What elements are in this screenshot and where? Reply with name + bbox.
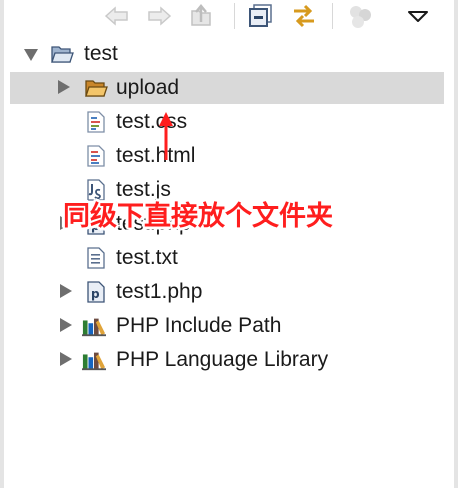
tree-node-label: PHP Include Path	[116, 314, 282, 337]
expand-toggle-icon[interactable]	[58, 80, 70, 94]
focus-button[interactable]	[344, 2, 376, 30]
toolbar-separator	[332, 3, 333, 29]
php-file-icon: p	[87, 281, 105, 303]
tree-node-test-txt[interactable]: test.txt	[4, 242, 444, 274]
expand-toggle-icon[interactable]	[60, 352, 72, 366]
back-button[interactable]	[102, 2, 132, 30]
tree-node-test1-php[interactable]: p test1.php	[4, 276, 444, 308]
forward-button[interactable]	[144, 2, 174, 30]
open-folder-icon	[51, 46, 74, 63]
css-file-icon	[87, 111, 105, 133]
chevron-down-icon	[408, 11, 428, 22]
tree-node-test-html[interactable]: test.html	[4, 140, 444, 172]
arrow-right-icon	[148, 6, 172, 26]
tree-node-root[interactable]: test	[4, 38, 444, 70]
tree-node-php-language-library[interactable]: PHP Language Library	[4, 344, 444, 376]
tree-node-label: test.txt	[116, 246, 178, 269]
toolbar-separator	[234, 3, 235, 29]
open-folder-icon	[85, 80, 108, 97]
expand-toggle-icon[interactable]	[60, 318, 72, 332]
tree-node-upload[interactable]: upload	[10, 72, 444, 104]
view-menu-button[interactable]	[402, 2, 434, 30]
tree-node-php-include-path[interactable]: PHP Include Path	[4, 310, 444, 342]
tree-node-label: upload	[116, 76, 180, 99]
text-file-icon	[87, 247, 105, 269]
tree-node-label: test	[84, 42, 118, 65]
collapse-all-button[interactable]	[245, 2, 277, 30]
link-with-editor-button[interactable]	[288, 2, 320, 30]
html-file-icon	[87, 145, 105, 167]
expand-toggle-icon[interactable]	[60, 284, 72, 298]
explorer-toolbar	[4, 0, 454, 34]
up-folder-icon	[191, 4, 211, 26]
up-button[interactable]	[186, 2, 216, 30]
link-with-editor-icon	[294, 4, 314, 28]
focus-icon	[350, 6, 371, 28]
annotation-text: 同级下直接放个文件夹	[63, 201, 333, 232]
tree-node-test-css[interactable]: test.css	[4, 106, 444, 138]
js-file-icon	[87, 179, 105, 201]
library-icon	[82, 352, 106, 371]
arrow-left-icon	[104, 6, 128, 26]
tree-node-label: test.js	[116, 178, 171, 201]
right-panel-border	[454, 0, 458, 488]
collapse-all-icon	[249, 4, 272, 27]
library-icon	[82, 318, 106, 337]
tree-node-label: test.css	[116, 110, 188, 133]
svg-text:p: p	[91, 287, 100, 301]
expand-toggle-icon[interactable]	[24, 49, 38, 61]
annotation-arrow-icon	[159, 112, 173, 160]
tree-node-label: test1.php	[116, 280, 203, 303]
tree-node-label: PHP Language Library	[116, 348, 329, 371]
